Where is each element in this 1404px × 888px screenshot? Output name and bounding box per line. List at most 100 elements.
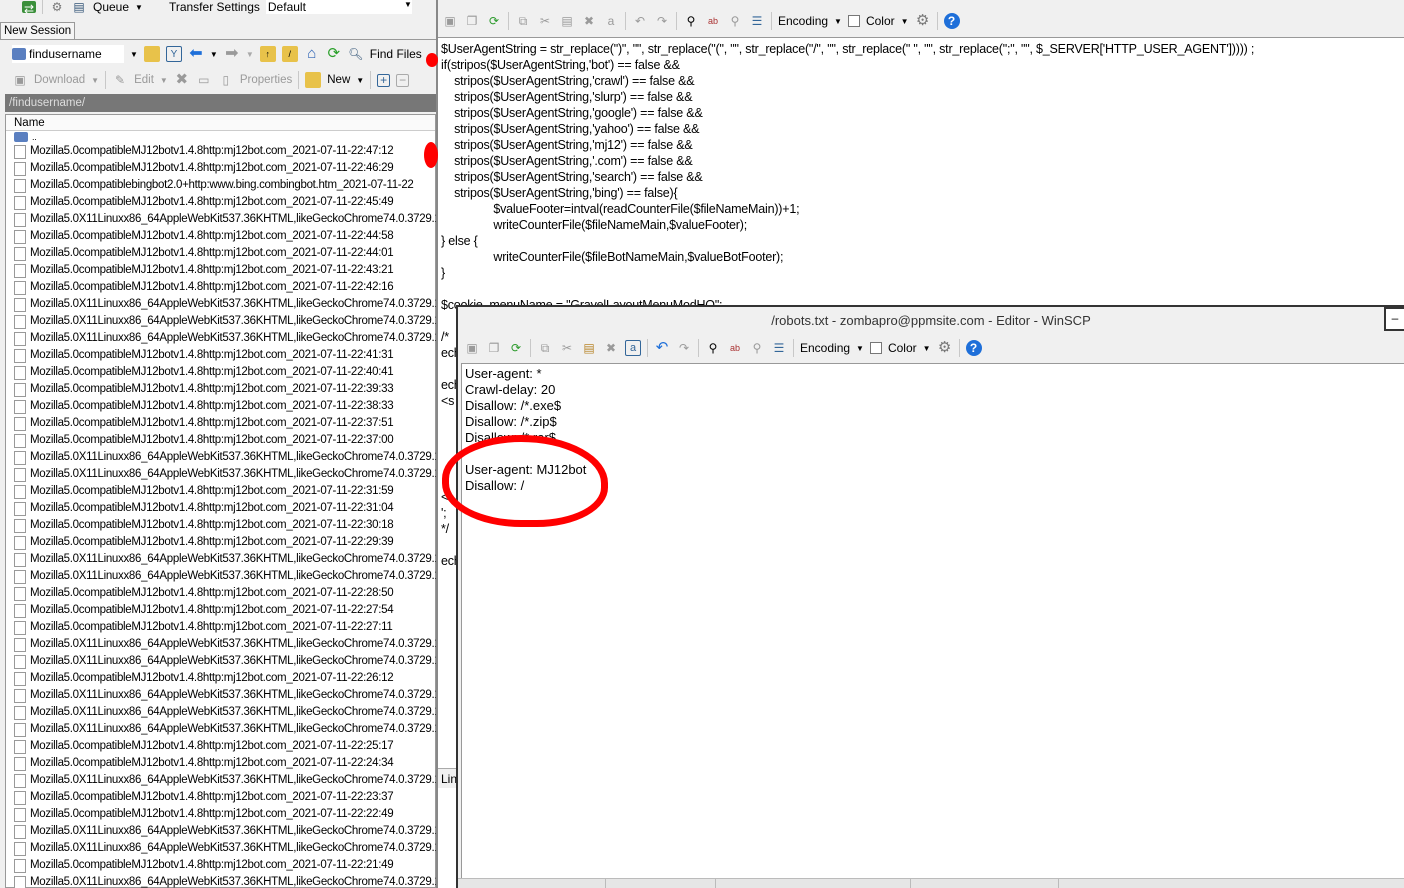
file-row[interactable]: Mozilla5.0compatibleMJ12botv1.4.8http:mj…: [6, 143, 435, 160]
encoding-menu[interactable]: Encoding: [778, 14, 828, 28]
find-next-icon[interactable]: ⚲: [749, 340, 765, 356]
file-row[interactable]: Mozilla5.0X11Linuxx86_64AppleWebKit537.3…: [6, 823, 436, 840]
file-row[interactable]: Mozilla5.0compatibleMJ12botv1.4.8http:mj…: [6, 228, 435, 245]
file-row[interactable]: Mozilla5.0compatibleMJ12botv1.4.8http:mj…: [6, 194, 435, 211]
file-row[interactable]: Mozilla5.0compatibleMJ12botv1.4.8http:mj…: [6, 755, 435, 772]
file-row[interactable]: Mozilla5.0compatibleMJ12botv1.4.8http:mj…: [6, 517, 435, 534]
open-folder-icon[interactable]: [143, 46, 160, 62]
find-files-icon[interactable]: 🔍︎: [348, 46, 364, 62]
file-row[interactable]: Mozilla5.0X11Linuxx86_64AppleWebKit537.3…: [6, 840, 436, 857]
file-row[interactable]: Mozilla5.0X11Linuxx86_64AppleWebKit537.3…: [6, 296, 436, 313]
queue-button[interactable]: Queue: [93, 0, 129, 14]
delete-icon[interactable]: ✖: [174, 72, 190, 88]
home-icon[interactable]: ⌂: [304, 46, 320, 62]
undo-icon[interactable]: ↶: [632, 13, 648, 29]
file-row[interactable]: Mozilla5.0X11Linuxx86_64AppleWebKit537.3…: [6, 313, 436, 330]
minimize-button[interactable]: –: [1384, 307, 1404, 331]
settings-gear-icon[interactable]: ⚙: [937, 340, 953, 356]
synchronize-icon[interactable]: ⇄: [22, 1, 36, 14]
file-row[interactable]: Mozilla5.0compatibleMJ12botv1.4.8http:mj…: [6, 279, 435, 296]
file-row[interactable]: Mozilla5.0compatibleMJ12botv1.4.8http:mj…: [6, 415, 435, 432]
save-all-icon[interactable]: ❐: [464, 13, 480, 29]
save-icon[interactable]: ▣: [464, 340, 480, 356]
paste-icon[interactable]: ▤: [581, 340, 597, 356]
file-row[interactable]: Mozilla5.0X11Linuxx86_64AppleWebKit537.3…: [6, 449, 436, 466]
file-row[interactable]: Mozilla5.0compatibleMJ12botv1.4.8http:mj…: [6, 534, 435, 551]
copy-icon[interactable]: ⧉: [537, 340, 553, 356]
undo-icon[interactable]: ↶: [654, 340, 670, 356]
copy-icon[interactable]: ⧉: [515, 13, 531, 29]
file-row[interactable]: Mozilla5.0compatibleMJ12botv1.4.8http:mj…: [6, 602, 435, 619]
find-next-icon[interactable]: ⚲: [727, 13, 743, 29]
find-icon[interactable]: ⚲: [683, 13, 699, 29]
save-icon[interactable]: ▣: [442, 13, 458, 29]
file-row[interactable]: Mozilla5.0compatibleMJ12botv1.4.8http:mj…: [6, 806, 435, 823]
cut-icon[interactable]: ✂: [559, 340, 575, 356]
file-row[interactable]: Mozilla5.0compatibleMJ12botv1.4.8http:mj…: [6, 160, 435, 177]
goto-line-icon[interactable]: ☰: [749, 13, 765, 29]
color-checkbox[interactable]: [869, 342, 882, 354]
replace-icon[interactable]: ab: [727, 340, 743, 356]
select-all-icon[interactable]: a: [603, 13, 619, 29]
delete-icon[interactable]: ✖: [581, 13, 597, 29]
parent-directory-icon[interactable]: ↑: [259, 46, 276, 62]
column-header-name[interactable]: Name: [6, 115, 435, 131]
redo-icon[interactable]: ↷: [654, 13, 670, 29]
file-row[interactable]: Mozilla5.0compatibleMJ12botv1.4.8http:mj…: [6, 432, 435, 449]
transfer-settings-select[interactable]: Default ▼: [265, 0, 412, 14]
delete-icon[interactable]: ✖: [603, 340, 619, 356]
reload-icon[interactable]: ⟳: [508, 340, 524, 356]
file-row[interactable]: Mozilla5.0compatibleMJ12botv1.4.8http:mj…: [6, 619, 435, 636]
filter-icon[interactable]: Y: [165, 46, 182, 62]
file-row[interactable]: Mozilla5.0compatibleMJ12botv1.4.8http:mj…: [6, 398, 435, 415]
edit-button[interactable]: Edit: [134, 74, 154, 86]
file-row[interactable]: Mozilla5.0X11Linuxx86_64AppleWebKit537.3…: [6, 636, 436, 653]
forward-arrow-icon[interactable]: ➡: [224, 46, 240, 62]
save-all-icon[interactable]: ❐: [486, 340, 502, 356]
redo-icon[interactable]: ↷: [676, 340, 692, 356]
new-button[interactable]: New: [327, 74, 350, 86]
find-files-button[interactable]: Find Files: [370, 47, 422, 61]
help-icon[interactable]: ?: [965, 340, 982, 356]
file-row[interactable]: Mozilla5.0compatibleMJ12botv1.4.8http:mj…: [6, 262, 435, 279]
file-row[interactable]: Mozilla5.0X11Linuxx86_64AppleWebKit537.3…: [6, 551, 436, 568]
goto-line-icon[interactable]: ☰: [771, 340, 787, 356]
root-directory-icon[interactable]: /: [281, 46, 298, 62]
file-row[interactable]: Mozilla5.0compatiblebingbot2.0+http:www.…: [6, 177, 435, 194]
reload-icon[interactable]: ⟳: [486, 13, 502, 29]
file-list[interactable]: Name .. Mozilla5.0compatibleMJ12botv1.4.…: [5, 114, 436, 888]
file-row[interactable]: Mozilla5.0X11Linuxx86_64AppleWebKit537.3…: [6, 874, 436, 888]
file-row[interactable]: Mozilla5.0X11Linuxx86_64AppleWebKit537.3…: [6, 721, 436, 738]
select-all-icon[interactable]: a: [625, 340, 641, 356]
back-arrow-icon[interactable]: ⬅: [188, 46, 204, 62]
paste-icon[interactable]: ▤: [559, 13, 575, 29]
color-checkbox[interactable]: [847, 15, 860, 27]
file-row[interactable]: Mozilla5.0compatibleMJ12botv1.4.8http:mj…: [6, 500, 435, 517]
tab-new-session[interactable]: New Session: [0, 22, 76, 39]
find-icon[interactable]: ⚲: [705, 340, 721, 356]
cut-icon[interactable]: ✂: [537, 13, 553, 29]
robots-text-editor[interactable]: User-agent: * Crawl-delay: 20 Disallow: /*…: [461, 363, 1404, 878]
rename-icon[interactable]: ▭: [196, 72, 212, 88]
file-row[interactable]: Mozilla5.0X11Linuxx86_64AppleWebKit537.3…: [6, 211, 436, 228]
file-row[interactable]: Mozilla5.0compatibleMJ12botv1.4.8http:mj…: [6, 738, 435, 755]
file-row[interactable]: Mozilla5.0X11Linuxx86_64AppleWebKit537.3…: [6, 330, 436, 347]
file-row[interactable]: Mozilla5.0compatibleMJ12botv1.4.8http:mj…: [6, 245, 435, 262]
file-row[interactable]: Mozilla5.0X11Linuxx86_64AppleWebKit537.3…: [6, 687, 436, 704]
file-row[interactable]: Mozilla5.0X11Linuxx86_64AppleWebKit537.3…: [6, 653, 436, 670]
expand-icon[interactable]: +: [377, 73, 391, 87]
file-row[interactable]: Mozilla5.0compatibleMJ12botv1.4.8http:mj…: [6, 670, 435, 687]
replace-icon[interactable]: ab: [705, 13, 721, 29]
help-icon[interactable]: ?: [943, 13, 960, 29]
settings-gear-icon[interactable]: ⚙: [915, 13, 931, 29]
gear-icon[interactable]: ⚙: [49, 0, 65, 14]
file-row[interactable]: Mozilla5.0X11Linuxx86_64AppleWebKit537.3…: [6, 704, 436, 721]
file-row[interactable]: Mozilla5.0X11Linuxx86_64AppleWebKit537.3…: [6, 772, 436, 789]
download-button[interactable]: Download: [34, 74, 85, 86]
refresh-icon[interactable]: ⟳: [326, 46, 342, 62]
file-row[interactable]: Mozilla5.0X11Linuxx86_64AppleWebKit537.3…: [6, 568, 436, 585]
file-row[interactable]: Mozilla5.0compatibleMJ12botv1.4.8http:mj…: [6, 347, 435, 364]
file-row[interactable]: Mozilla5.0compatibleMJ12botv1.4.8http:mj…: [6, 857, 435, 874]
file-row[interactable]: Mozilla5.0compatibleMJ12botv1.4.8http:mj…: [6, 364, 435, 381]
path-dropdown[interactable]: findusername: [12, 45, 124, 63]
